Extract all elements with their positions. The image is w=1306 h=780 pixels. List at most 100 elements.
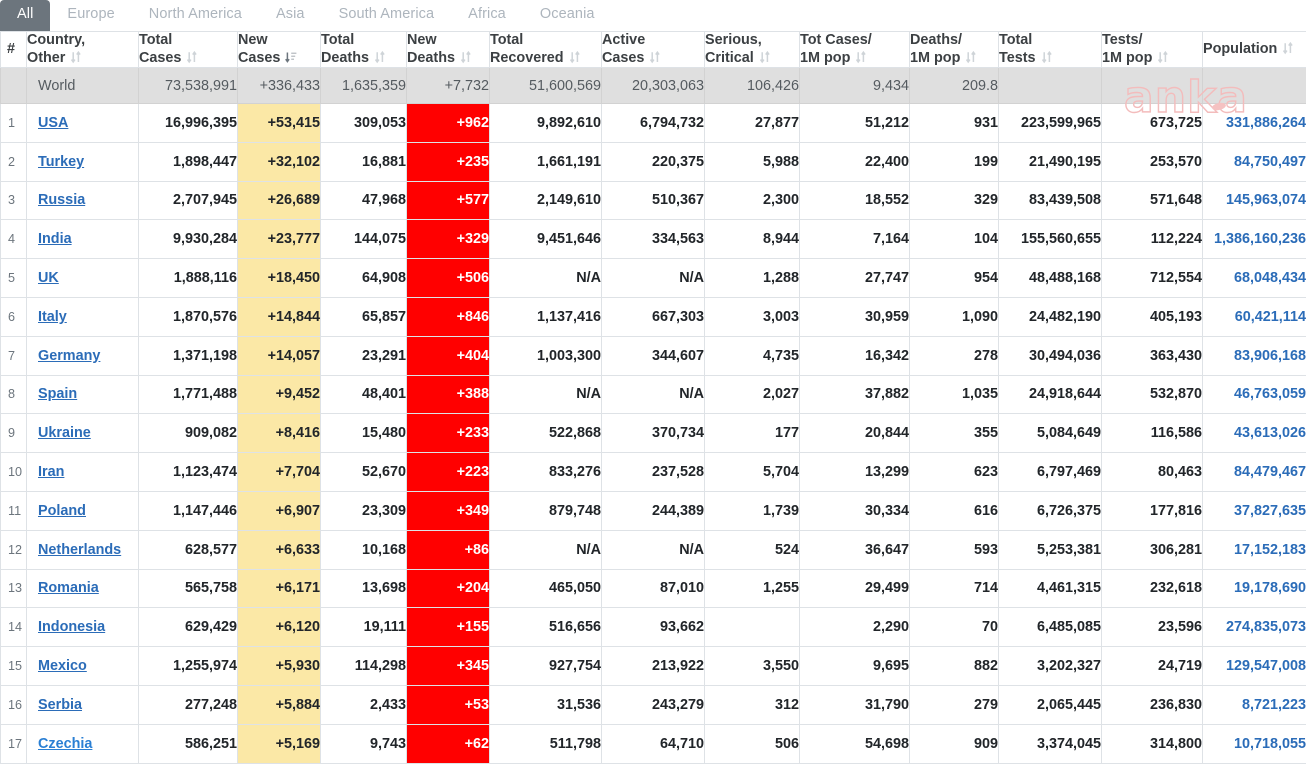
cell-tests_per_m: 112,224 (1101, 219, 1203, 260)
sort-toggle-icon[interactable] (965, 50, 977, 64)
cell-deaths_per_m: 209.8 (909, 67, 999, 104)
cell-new_deaths: +506 (406, 258, 490, 298)
sort-toggle-icon[interactable] (374, 50, 386, 64)
country-link[interactable]: Ukraine (38, 425, 91, 441)
cell-num: 2 (0, 141, 27, 182)
column-header-active_cases[interactable]: Active Cases (601, 31, 705, 68)
cell-total_deaths: 64,908 (320, 258, 407, 298)
cell-active_cases: 93,662 (601, 607, 705, 648)
cell-tests_per_m: 405,193 (1101, 296, 1203, 337)
cell-active_cases: 220,375 (601, 141, 705, 182)
column-header-country[interactable]: Country, Other (26, 31, 139, 68)
cell-serious: 106,426 (704, 67, 800, 104)
cell-total_cases: 9,930,284 (138, 219, 238, 260)
country-link[interactable]: USA (38, 115, 68, 131)
sort-toggle-icon[interactable] (855, 50, 867, 64)
country-link[interactable]: Iran (38, 464, 64, 480)
cell-population: 68,048,434 (1202, 258, 1306, 298)
cell-serious: 5,988 (704, 141, 800, 182)
country-link[interactable]: Romania (38, 580, 99, 596)
country-link[interactable]: Spain (38, 386, 77, 402)
cell-tests_per_m: 363,430 (1101, 335, 1203, 376)
sort-descending-icon[interactable] (285, 51, 297, 64)
table-row: 17 Czechia 586,251 +5,169 9,743 +62 511,798 64,… (0, 723, 1306, 764)
country-link[interactable]: Poland (38, 503, 86, 519)
cell-new_deaths: +7,732 (406, 67, 490, 104)
country-link[interactable]: India (38, 231, 72, 247)
sort-toggle-icon[interactable] (1282, 41, 1294, 55)
cell-total_deaths: 9,743 (320, 723, 407, 764)
column-header-total_cases[interactable]: Total Cases (138, 31, 238, 68)
cell-total_recovered: 9,892,610 (489, 103, 602, 143)
column-header-new_deaths[interactable]: New Deaths (406, 31, 490, 68)
country-link[interactable]: Serbia (38, 697, 82, 713)
table-row: 9 Ukraine 909,082 +8,416 15,480 +233 522,868 37… (0, 413, 1306, 454)
column-header-line1: Total (490, 32, 524, 48)
cell-num: 10 (0, 452, 27, 492)
column-header-cases_per_m[interactable]: Tot Cases/1M pop (799, 31, 910, 68)
cell-total_deaths: 144,075 (320, 219, 407, 260)
sort-toggle-icon[interactable] (649, 50, 661, 64)
column-header-line1: Total (999, 32, 1033, 48)
column-header-new_cases[interactable]: New Cases (237, 31, 321, 68)
cell-total_tests: 6,797,469 (998, 452, 1102, 492)
cell-cases_per_m: 54,698 (799, 723, 910, 764)
cell-cases_per_m: 13,299 (799, 452, 910, 492)
country-link[interactable]: Netherlands (38, 542, 121, 558)
cell-population: 46,763,059 (1202, 374, 1306, 415)
table-row: 14 Indonesia 629,429 +6,120 19,111 +155 516,65… (0, 607, 1306, 648)
country-link[interactable]: Italy (38, 309, 67, 325)
cell-total_tests: 6,726,375 (998, 490, 1102, 531)
column-header-total_tests[interactable]: Total Tests (998, 31, 1102, 68)
column-header-num[interactable]: # (0, 31, 27, 68)
cell-cases_per_m: 2,290 (799, 607, 910, 648)
cell-total_tests: 83,439,508 (998, 180, 1102, 221)
column-header-total_recovered[interactable]: Total Recovered (489, 31, 602, 68)
sort-toggle-icon[interactable] (70, 50, 82, 64)
cell-active_cases: 213,922 (601, 646, 705, 686)
column-header-deaths_per_m[interactable]: Deaths/1M pop (909, 31, 999, 68)
sort-toggle-icon[interactable] (759, 50, 771, 64)
cell-tests_per_m: 177,816 (1101, 490, 1203, 531)
tab-oceania[interactable]: Oceania (523, 0, 612, 31)
country-link[interactable]: Mexico (38, 658, 87, 674)
cell-serious: 524 (704, 529, 800, 570)
sort-toggle-icon[interactable] (1041, 50, 1053, 64)
sort-toggle-icon[interactable] (186, 50, 198, 64)
cell-active_cases: 6,794,732 (601, 103, 705, 143)
tab-africa[interactable]: Africa (451, 0, 523, 31)
cell-new_cases: +6,907 (237, 490, 321, 531)
cell-tests_per_m: 532,870 (1101, 374, 1203, 415)
column-header-tests_per_m[interactable]: Tests/1M pop (1101, 31, 1203, 68)
country-link[interactable]: Indonesia (38, 619, 105, 635)
country-link[interactable]: UK (38, 270, 59, 286)
country-link[interactable]: Turkey (38, 154, 84, 170)
tab-europe[interactable]: Europe (50, 0, 131, 31)
cell-population: 37,827,635 (1202, 490, 1306, 531)
cell-cases_per_m: 20,844 (799, 413, 910, 454)
cell-total_deaths: 48,401 (320, 374, 407, 415)
country-link[interactable]: Czechia (38, 736, 92, 752)
cell-country: Netherlands (26, 529, 139, 570)
cell-new_deaths: +233 (406, 413, 490, 454)
cell-num: 4 (0, 219, 27, 260)
sort-toggle-icon[interactable] (460, 50, 472, 64)
tab-north-america[interactable]: North America (132, 0, 259, 31)
cell-total_tests: 21,490,195 (998, 141, 1102, 182)
tab-south-america[interactable]: South America (322, 0, 452, 31)
cell-total_tests: 48,488,168 (998, 258, 1102, 298)
cell-new_deaths: +388 (406, 374, 490, 415)
cell-active_cases: 87,010 (601, 568, 705, 609)
tab-all[interactable]: All (0, 0, 51, 31)
country-link[interactable]: Germany (38, 348, 100, 364)
cell-total_tests: 30,494,036 (998, 335, 1102, 376)
column-header-population[interactable]: Population (1202, 31, 1306, 68)
column-header-serious[interactable]: Serious, Critical (704, 31, 800, 68)
sort-toggle-icon[interactable] (1157, 50, 1169, 64)
cell-serious: 27,877 (704, 103, 800, 143)
column-header-total_deaths[interactable]: Total Deaths (320, 31, 407, 68)
country-link[interactable]: Russia (38, 192, 85, 208)
cell-cases_per_m: 51,212 (799, 103, 910, 143)
tab-asia[interactable]: Asia (259, 0, 322, 31)
sort-toggle-icon[interactable] (569, 50, 581, 64)
